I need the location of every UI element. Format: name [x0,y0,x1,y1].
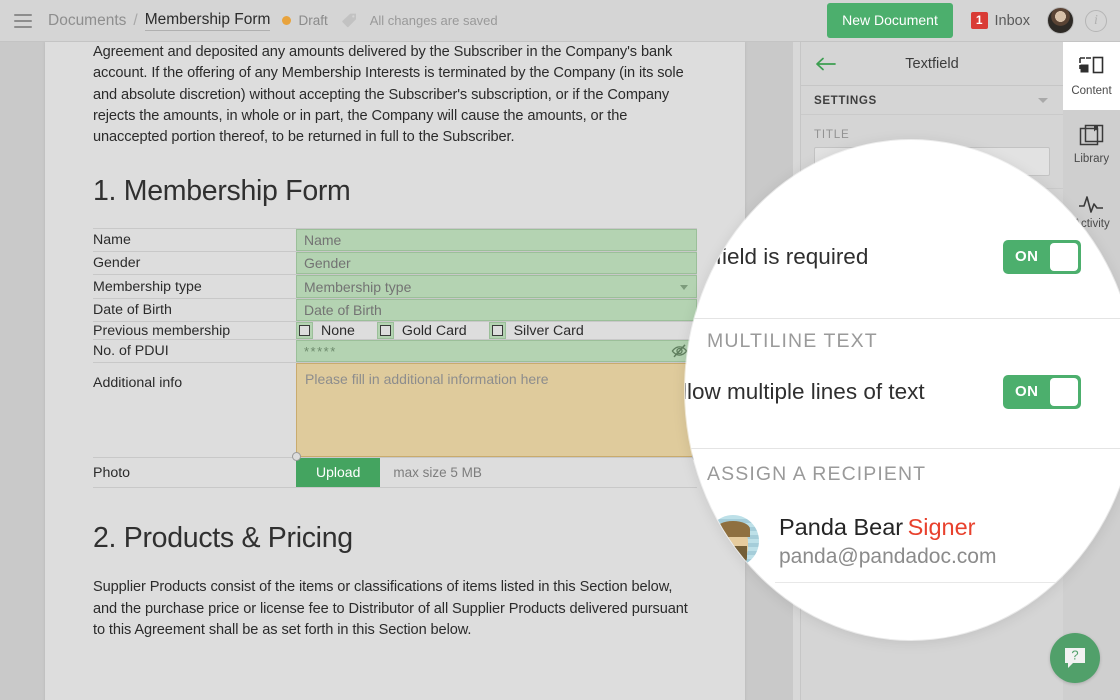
name-input[interactable]: Name [296,229,697,252]
gender-input[interactable]: Gender [296,252,697,275]
table-row: Previous membership None Gold Card Silve… [93,321,697,340]
magnified-required-label: This field is required [685,244,869,269]
checkbox-icon[interactable] [376,322,394,340]
inbox-link[interactable]: 1 Inbox [970,12,1030,29]
table-row: Additional info Please fill in additiona… [93,362,701,462]
magnified-required-toggle-row: This field is required ON [685,240,1119,274]
info-icon[interactable]: i [1085,9,1107,32]
close-x-icon[interactable]: ✕ [1095,519,1120,564]
panel-title: Textfield [905,55,959,72]
help-chat-icon: ? [1065,648,1085,668]
previous-membership-checkbox-group: None Gold Card Silver Card [296,322,697,340]
magnified-multiline-toggle[interactable]: ON [1003,375,1081,409]
table-row: Gender Gender [93,251,697,275]
magnified-multiline-group-label: MULTILINE TEXT [707,330,878,352]
magnified-multiline-toggle-row: Allow multiple lines of text ON [685,375,1119,409]
row-label: Gender [93,251,296,275]
section-heading-1: 1. Membership Form [93,175,351,208]
checkbox-label: Silver Card [513,322,584,339]
zoom-magnifier-overlay: REQUIRED This field is required ON MULTI… [685,140,1120,640]
inbox-label: Inbox [994,12,1030,29]
divider [685,448,1120,449]
magnified-multiline-label: Allow multiple lines of text [685,379,925,404]
content-blocks-icon [1079,56,1104,73]
table-row: No. of PDUI ***** [93,339,697,363]
magnified-recipient-email: panda@pandadoc.com [779,545,997,569]
checkbox-icon[interactable] [488,322,506,340]
upload-button[interactable]: Upload [296,458,381,488]
breadcrumb-documents[interactable]: Documents [48,12,126,30]
row-label: Additional info [93,362,296,458]
magnified-required-group-label: REQUIRED [685,188,761,209]
new-document-button[interactable]: New Document [827,3,953,38]
tag-icon[interactable] [341,12,358,29]
magnified-recipient-role: Signer [907,514,976,540]
status-badge: Draft [298,13,328,28]
rail-item-content[interactable]: Content [1063,42,1120,110]
magnified-recipient-group-label: ASSIGN A RECIPIENT [707,463,927,485]
status-dot [282,16,292,25]
page-title[interactable]: Membership Form [144,11,271,31]
checkbox-gold-card[interactable]: Gold Card [376,322,467,340]
magnified-panel-content: REQUIRED This field is required ON MULTI… [685,140,1120,640]
table-row: Name Name [93,228,697,252]
password-masked-value: ***** [304,343,337,359]
svg-text:?: ? [1071,648,1078,663]
editor-window: Documents / Membership Form Draft All ch… [0,0,1120,700]
upload-hint: max size 5 MB [393,465,482,481]
breadcrumb-separator: / [133,11,138,29]
checkbox-label: None [321,322,355,339]
magnified-recipient-item[interactable]: Panda Bear Signer panda@pandadoc.com ✕ [707,512,1120,571]
checkbox-icon[interactable] [296,322,313,340]
top-bar-actions: New Document 1 Inbox i [827,3,1120,38]
toggle-state-label: ON [1015,248,1039,265]
paragraph-agreement: Agreement and deposited any amounts deli… [93,44,684,146]
textarea-placeholder: Please fill in additional information he… [305,371,549,388]
document-page: Agreement and deposited any amounts deli… [45,42,745,700]
avatar[interactable] [1047,7,1074,34]
additional-info-textarea[interactable]: Please fill in additional information he… [292,363,701,462]
document-scroll-area[interactable]: Agreement and deposited any amounts deli… [0,42,793,700]
settings-section-header[interactable]: SETTINGS [801,86,1063,115]
row-label: No. of PDUI [93,339,296,363]
row-label: Previous membership [93,321,296,340]
settings-label: SETTINGS [814,93,877,107]
pdui-password-input[interactable]: ***** [296,340,697,363]
row-label: Name [93,228,296,252]
panel-header: Textfield [801,42,1063,86]
recipient-avatar [707,515,759,568]
save-status-text: All changes are saved [369,13,498,28]
table-row: Photo Upload max size 5 MB [93,457,697,489]
table-row: Membership type Membership type [93,274,697,299]
magnified-recipient-name: Panda Bear [779,514,904,540]
row-label: Date of Birth [93,298,296,322]
checkbox-silver-card[interactable]: Silver Card [488,322,584,340]
membership-type-select[interactable]: Membership type [296,275,697,299]
inbox-count-badge: 1 [970,12,988,29]
membership-form-table: Name Name Gender Gender Membership type [93,228,701,489]
row-label: Membership type [93,274,296,299]
select-value: Membership type [304,278,412,295]
section-heading-2: 2. Products & Pricing [93,522,353,555]
magnified-required-toggle[interactable]: ON [1003,240,1081,274]
row-label: Photo [93,457,296,489]
checkbox-none[interactable]: None [296,322,355,340]
hamburger-icon[interactable] [14,13,32,28]
rail-label: Content [1071,84,1112,97]
back-arrow-icon[interactable] [815,57,836,71]
toggle-state-label: ON [1015,383,1039,400]
divider [775,582,1075,583]
divider [685,318,1120,319]
recipient-meta: Panda Bear Signer panda@pandadoc.com [779,512,1095,571]
chevron-down-icon [1038,98,1048,103]
table-row: Date of Birth Date of Birth [93,298,697,322]
checkbox-label: Gold Card [401,322,467,339]
paragraph-products: Supplier Products consist of the items o… [93,579,688,639]
help-button[interactable]: ? [1050,633,1100,683]
date-of-birth-input[interactable]: Date of Birth [296,299,697,322]
photo-upload-row: Upload max size 5 MB [296,458,697,488]
top-bar: Documents / Membership Form Draft All ch… [0,0,1120,42]
